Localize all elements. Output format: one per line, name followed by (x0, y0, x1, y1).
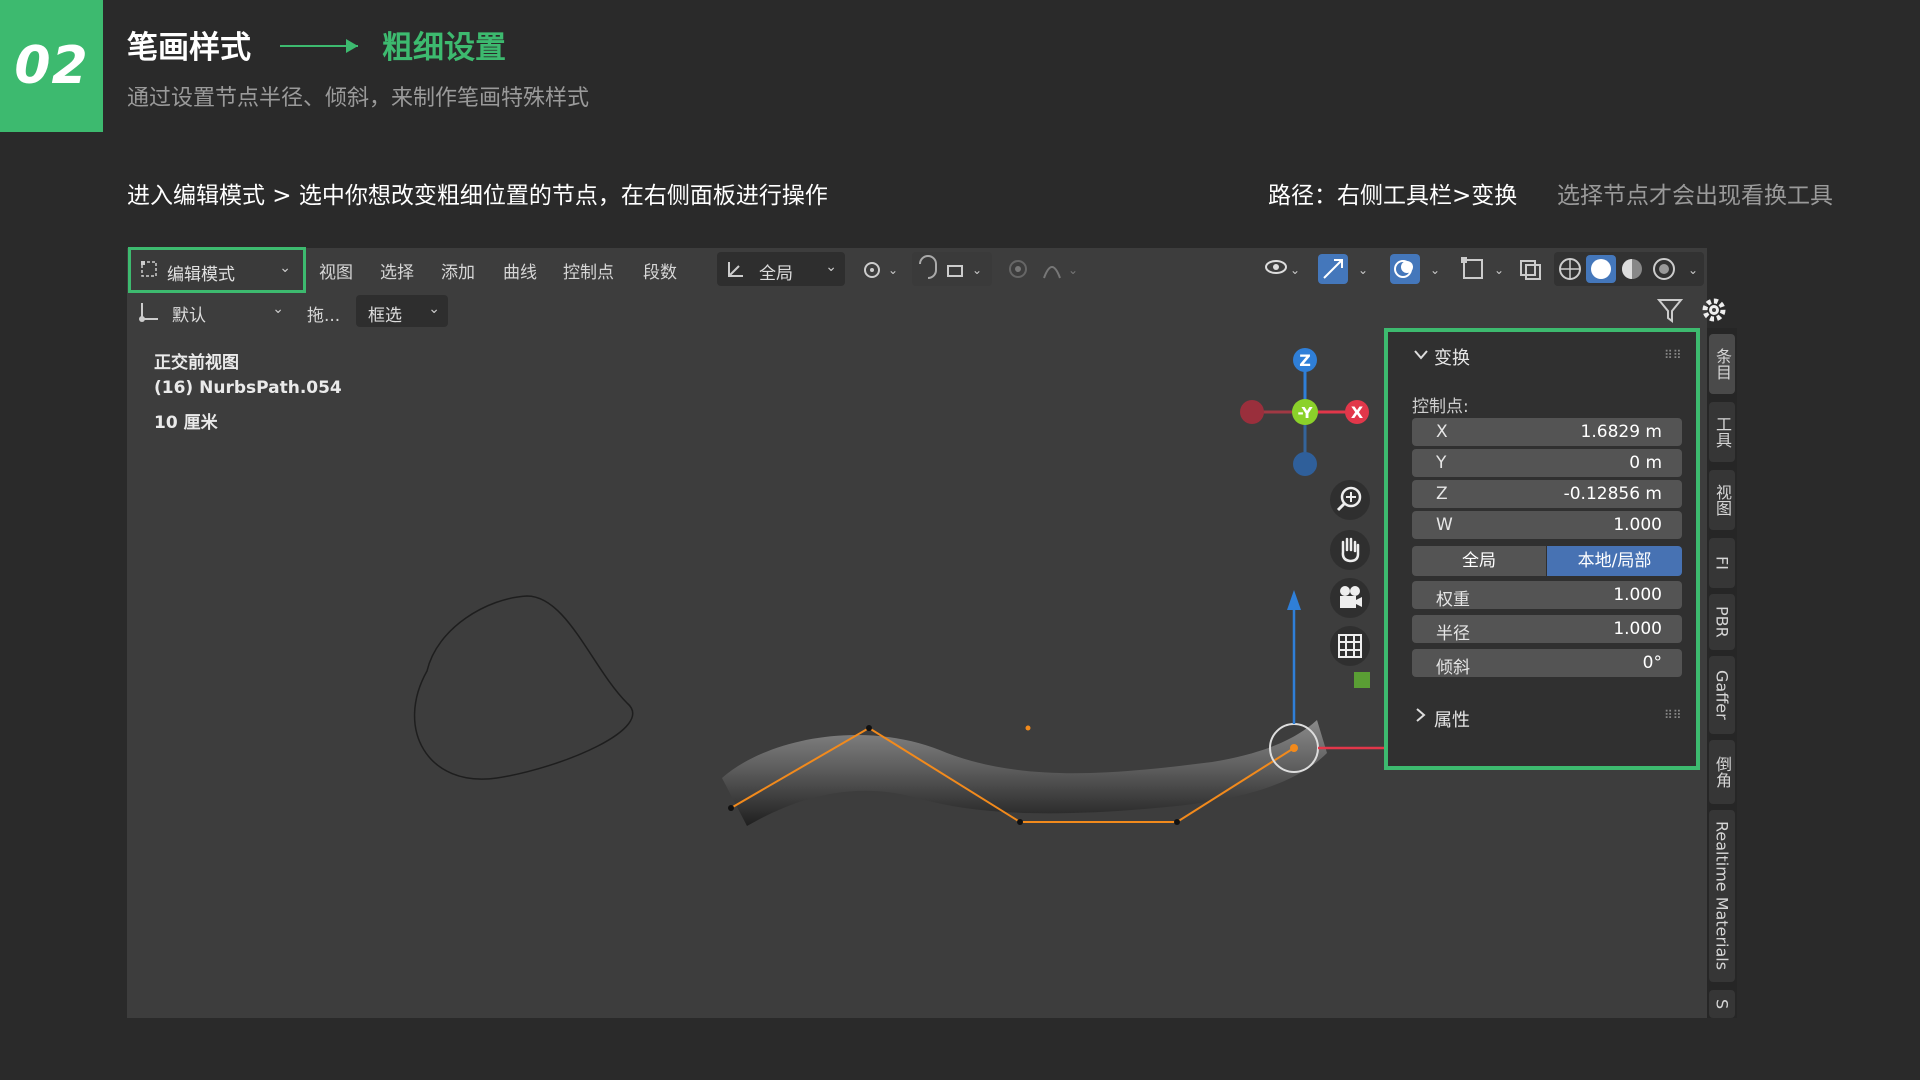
field-x-label: X (1436, 422, 1448, 442)
control-point-label: 控制点: (1412, 397, 1469, 417)
z-arrow-icon[interactable] (1287, 590, 1301, 610)
mesh-edit-overlay-button[interactable]: ⌄ (1458, 252, 1508, 286)
control-point[interactable] (728, 805, 734, 811)
tab-bevel[interactable]: 倒角 (1709, 740, 1735, 804)
xray-icon (1520, 260, 1541, 280)
tab-fl[interactable]: FI (1709, 538, 1735, 588)
curve-canvas[interactable] (127, 248, 1387, 1018)
gear-icon (1702, 298, 1726, 322)
field-y-label: Y (1436, 453, 1447, 473)
xray-button[interactable] (1516, 252, 1546, 286)
transform-section-title[interactable]: 变换 (1434, 344, 1470, 370)
settings-button[interactable] (1698, 294, 1730, 326)
tab-tool[interactable]: 工具 (1709, 402, 1735, 462)
shading-icons: ⌄ (1559, 255, 1698, 283)
global-toggle[interactable]: 全局 (1412, 546, 1546, 576)
chevron-right-icon[interactable] (1414, 706, 1428, 724)
section-number: 02 (14, 36, 89, 96)
control-point[interactable] (1017, 819, 1023, 825)
filter-button[interactable] (1654, 294, 1686, 326)
svg-text:⌄: ⌄ (1688, 263, 1698, 277)
overlays-button[interactable]: ⌄ (1390, 252, 1446, 286)
field-x-value: 1.6829 m (1580, 422, 1662, 442)
drag-handle-icon[interactable]: ⠿⠿ (1664, 708, 1682, 722)
tab-s[interactable]: S (1709, 990, 1735, 1018)
chevron-down-icon[interactable] (1412, 348, 1430, 362)
tab-gaffer[interactable]: Gaffer (1709, 656, 1735, 734)
title-arrow-icon (346, 39, 358, 53)
field-y-value: 0 m (1629, 453, 1662, 473)
field-radius[interactable]: 半径 1.000 (1412, 615, 1682, 644)
overlays-icon: ⌄ (1390, 254, 1440, 284)
tab-item[interactable]: 条目 (1709, 334, 1735, 394)
control-point[interactable] (866, 725, 872, 731)
field-tilt-label: 倾斜 (1436, 658, 1470, 678)
path-instruction: 路径：右侧工具栏>变换 (1268, 183, 1518, 209)
field-z-value: -0.12856 m (1563, 484, 1662, 504)
svg-text:⌄: ⌄ (1494, 263, 1504, 277)
field-w[interactable]: W 1.000 (1412, 511, 1682, 539)
field-w-value: 1.000 (1613, 515, 1662, 535)
tab-pbr[interactable]: PBR (1709, 594, 1735, 650)
shading-mode-group[interactable]: ⌄ (1554, 252, 1704, 286)
field-tilt-value: 0° (1642, 653, 1662, 673)
nurbs-tube-mesh[interactable] (722, 720, 1327, 826)
path-note: 选择节点才会出现看换工具 (1557, 183, 1833, 209)
field-z[interactable]: Z -0.12856 m (1412, 480, 1682, 508)
section-title: 笔画样式 (127, 30, 251, 66)
field-tilt[interactable]: 倾斜 0° (1412, 649, 1682, 678)
field-w-label: W (1436, 515, 1453, 535)
section-subtitle: 通过设置节点半径、倾斜，来制作笔画特殊样式 (127, 86, 590, 111)
field-x[interactable]: X 1.6829 m (1412, 418, 1682, 446)
selected-control-point[interactable] (1290, 744, 1298, 752)
properties-section-title[interactable]: 属性 (1434, 706, 1470, 732)
svg-text:⌄: ⌄ (1430, 263, 1440, 277)
field-y[interactable]: Y 0 m (1412, 449, 1682, 477)
field-z-label: Z (1436, 484, 1448, 504)
drag-handle-icon[interactable]: ⠿⠿ (1664, 348, 1682, 362)
control-point[interactable] (1174, 819, 1180, 825)
field-radius-label: 半径 (1436, 624, 1470, 644)
field-weight-value: 1.000 (1613, 585, 1662, 605)
field-radius-value: 1.000 (1613, 619, 1662, 639)
local-toggle[interactable]: 本地/局部 (1547, 546, 1682, 576)
tab-view[interactable]: 视图 (1709, 470, 1735, 530)
closed-curve-path[interactable] (413, 595, 634, 780)
section-number-badge: 02 (0, 0, 103, 132)
section-title-highlight: 粗细设置 (382, 30, 506, 66)
step-instruction: 进入编辑模式 > 选中你想改变粗细位置的节点，在右侧面板进行操作 (127, 183, 828, 209)
mesh-edit-icon: ⌄ (1461, 257, 1504, 279)
field-weight[interactable]: 权重 1.000 (1412, 581, 1682, 610)
field-weight-label: 权重 (1436, 590, 1470, 610)
filter-icon (1656, 299, 1684, 323)
object-origin-dot (1025, 725, 1031, 731)
tab-realtime-materials[interactable]: Realtime Materials (1709, 810, 1735, 982)
